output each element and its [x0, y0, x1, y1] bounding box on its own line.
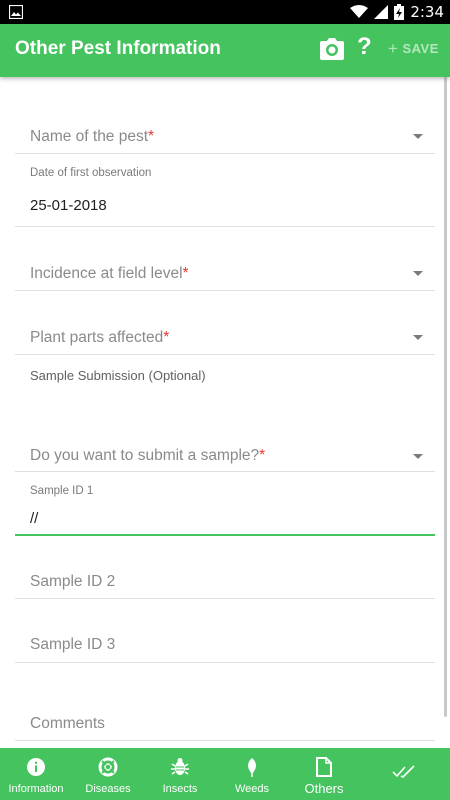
lifebuoy-icon: [98, 757, 118, 777]
image-notification-icon: [9, 5, 23, 19]
help-button[interactable]: ?: [357, 33, 372, 61]
chevron-down-icon: [413, 271, 423, 276]
nav-item-diseases[interactable]: Diseases: [72, 748, 144, 800]
sample-section-heading: Sample Submission (Optional): [30, 368, 206, 383]
chevron-down-icon: [413, 454, 423, 459]
nav-label-others: Others: [304, 781, 344, 796]
camera-icon[interactable]: [320, 38, 344, 60]
nav-label-weeds: Weeds: [234, 783, 270, 795]
incidence-label: Incidence at field level*: [30, 265, 189, 282]
nav-item-insects[interactable]: Insects: [144, 748, 216, 800]
plant-parts-label: Plant parts affected*: [30, 329, 170, 346]
plant-parts-dropdown[interactable]: Plant parts affected*: [15, 291, 435, 355]
leaf-icon: [242, 757, 262, 777]
nav-item-others[interactable]: Others: [288, 748, 360, 800]
comments-input[interactable]: Comments: [15, 663, 435, 741]
chevron-down-icon: [413, 335, 423, 340]
wifi-icon: [350, 5, 369, 18]
plus-icon: +: [388, 38, 399, 58]
double-check-icon: [392, 762, 416, 782]
date-observation-value: 25-01-2018: [30, 197, 107, 214]
nav-label-insects: Insects: [162, 783, 198, 795]
nav-label-diseases: Diseases: [85, 783, 131, 795]
nav-item-submit[interactable]: [368, 748, 440, 800]
nav-item-weeds[interactable]: Weeds: [216, 748, 288, 800]
submit-sample-dropdown[interactable]: Do you want to submit a sample?*: [15, 417, 435, 472]
pest-name-dropdown[interactable]: Name of the pest*: [15, 107, 435, 154]
save-button[interactable]: + SAVE: [388, 38, 439, 58]
submit-sample-label: Do you want to submit a sample?*: [30, 447, 266, 464]
sample-id-1-value: //: [30, 510, 39, 527]
sample-id-1-label: Sample ID 1: [30, 485, 94, 497]
date-observation-field[interactable]: 25-01-2018: [15, 183, 435, 227]
signal-icon: [374, 5, 389, 19]
date-observation-label: Date of first observation: [30, 167, 152, 179]
scrollbar[interactable]: [444, 77, 447, 717]
sample-id-1-input[interactable]: //: [15, 499, 435, 536]
comments-placeholder: Comments: [30, 715, 105, 732]
status-bar: 2:34: [0, 0, 450, 24]
pest-name-label: Name of the pest*: [30, 128, 155, 145]
nav-item-information[interactable]: Information: [0, 748, 72, 800]
app-bar: Other Pest Information ? + SAVE: [0, 24, 450, 77]
sample-id-3-placeholder: Sample ID 3: [30, 636, 116, 653]
chevron-down-icon: [413, 134, 423, 139]
bottom-nav: Information Diseases Insects Weeds Other…: [0, 748, 450, 800]
sample-id-2-placeholder: Sample ID 2: [30, 573, 116, 590]
document-icon: [314, 757, 334, 777]
status-time: 2:34: [410, 3, 444, 21]
bug-icon: [170, 757, 190, 777]
sample-id-2-input[interactable]: Sample ID 2: [15, 536, 435, 599]
nav-label-information: Information: [8, 783, 64, 795]
save-label: SAVE: [402, 41, 439, 56]
battery-charging-icon: [394, 4, 405, 20]
form-content[interactable]: Name of the pest* Date of first observat…: [0, 77, 450, 748]
sample-id-3-input[interactable]: Sample ID 3: [15, 599, 435, 663]
page-title: Other Pest Information: [15, 38, 221, 59]
incidence-dropdown[interactable]: Incidence at field level*: [15, 227, 435, 291]
info-icon: [26, 757, 46, 777]
